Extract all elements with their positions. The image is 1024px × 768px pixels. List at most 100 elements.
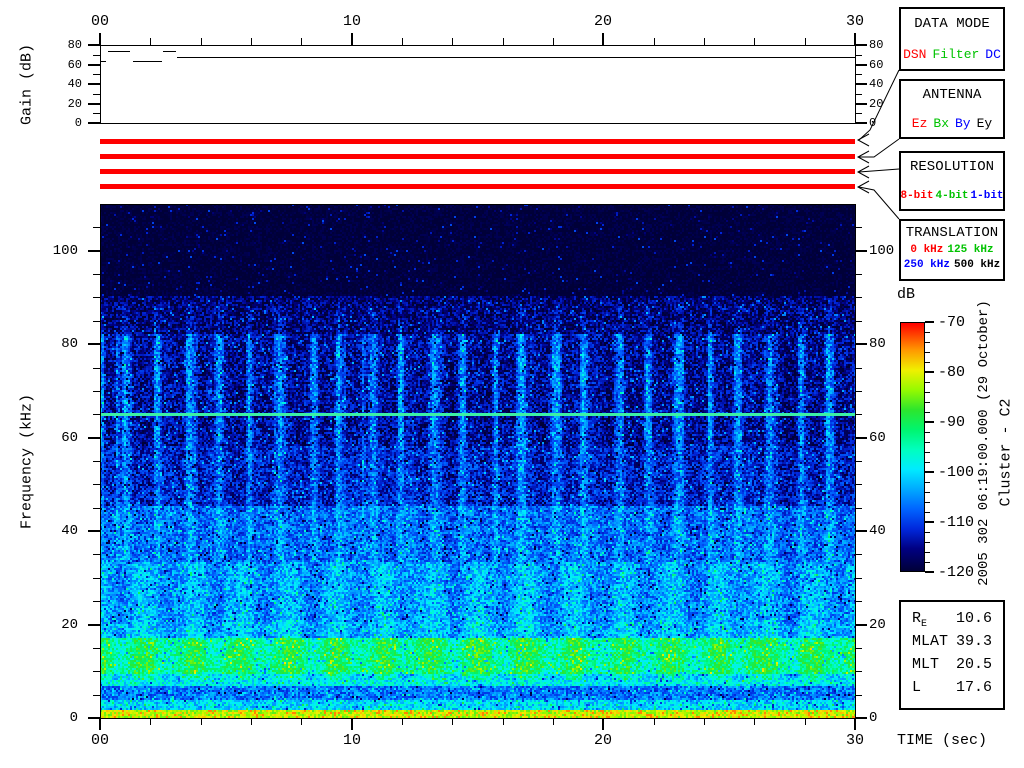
time-minor-tick-top [503,38,504,45]
colorbar-tick-label: -70 [938,314,966,331]
freq-major-tick-left [88,624,100,626]
antenna-title: ANTENNA [922,87,982,103]
colorbar-major-tick [925,471,934,473]
freq-minor-tick-right [855,484,862,485]
callout-line-antenna [859,138,900,158]
time-tick-label-top: 00 [90,13,109,30]
gain-tick-label-left: 20 [67,97,82,111]
freq-minor-tick-left [93,297,100,298]
ephemeris-row-re: RE 10.6 [912,610,992,630]
gain-minor-tick-right [855,55,862,56]
re-value: 10.6 [955,610,992,627]
ephemeris-row-mlt: MLT 20.5 [901,657,1003,676]
spectrogram-frame [100,204,856,719]
gain-major-tick-left [88,83,100,85]
freq-tick-label-left: 60 [61,430,78,446]
colorbar-minor-tick [925,532,930,533]
freq-major-tick-right [855,624,867,626]
time-minor-tick-top [654,38,655,45]
gain-tick-label-left: 0 [74,116,82,130]
time-major-tick-bottom [854,718,856,730]
panel-data-mode: DATA MODE DSN Filter DC [899,7,1005,71]
time-minor-tick-bottom [553,718,554,725]
status-bar-resolution [100,169,855,174]
colorbar-tick-label: -100 [938,464,975,481]
freq-major-tick-left [88,250,100,252]
time-minor-tick-bottom [754,718,755,725]
time-minor-tick-top [402,38,403,45]
freq-tick-label-left: 20 [61,617,78,633]
l-value: 17.6 [955,679,992,696]
colorbar-minor-tick [925,442,930,443]
gain-tick-label-right: 40 [869,77,884,91]
freq-minor-tick-left [93,648,100,649]
option-by: By [955,116,971,131]
time-tick-label-top: 10 [342,13,361,30]
gain-tick-label-left: 80 [67,38,82,52]
option-ey: Ey [976,116,993,131]
colorbar-minor-tick [925,382,930,383]
freq-tick-label-right: 60 [869,430,886,446]
colorbar-major-tick [925,421,934,423]
freq-minor-tick-left [93,368,100,369]
freq-minor-tick-right [855,227,862,228]
colorbar-minor-tick [925,462,930,463]
freq-minor-tick-left [93,414,100,415]
gain-tick-label-right: 0 [869,116,877,130]
gain-tick-label-right: 80 [869,38,884,52]
colorbar-minor-tick [925,352,930,353]
time-minor-tick-bottom [150,718,151,725]
freq-minor-tick-right [855,391,862,392]
gain-minor-tick-right [855,113,862,114]
option-dsn: DSN [903,47,927,62]
freq-minor-tick-right [855,554,862,555]
ephemeris-row-l: L 17.6 [901,680,1003,699]
colorbar-minor-tick [925,502,930,503]
gain-major-tick-left [88,64,100,66]
time-minor-tick-top [754,38,755,45]
freq-minor-tick-right [855,695,862,696]
colorbar-tick-label: -90 [938,414,966,431]
colorbar-minor-tick [925,482,930,483]
option-filter: Filter [932,47,980,62]
resolution-title: RESOLUTION [909,159,994,175]
time-axis-label: TIME (sec) [897,732,988,749]
option-500khz: 500 kHz [954,259,1001,271]
freq-minor-tick-right [855,648,862,649]
option-dc: DC [985,47,1001,62]
status-bar-translation [100,184,855,189]
time-tick-label-top: 30 [845,13,864,30]
gain-minor-tick-right [855,94,862,95]
time-minor-tick-top [201,38,202,45]
time-major-tick-bottom [602,718,604,730]
ephemeris-row-mlat: MLAT 39.3 [901,634,1003,653]
time-minor-tick-bottom [452,718,453,725]
panel-resolution: RESOLUTION 8-bit 4-bit 1-bit [899,151,1005,211]
time-major-tick-top [602,33,604,45]
gain-major-tick-right [855,122,867,124]
freq-minor-tick-left [93,321,100,322]
time-minor-tick-bottom [251,718,252,725]
colorbar-minor-tick [925,412,930,413]
time-minor-tick-top [553,38,554,45]
freq-minor-tick-right [855,297,862,298]
colorbar-minor-tick [925,342,930,343]
gain-minor-tick-left [93,74,100,75]
time-major-tick-top [351,33,353,45]
status-bar-data-mode [100,139,855,144]
colorbar-tick-label: -120 [938,564,975,581]
time-minor-tick-top [704,38,705,45]
wbd-plot-page: Gain (dB) Frequency (kHz) dB 2005 302 06… [0,0,1024,768]
freq-tick-label-left: 0 [69,710,78,726]
time-minor-tick-bottom [805,718,806,725]
gain-tick-label-right: 60 [869,58,884,72]
freq-minor-tick-right [855,368,862,369]
freq-tick-label-left: 40 [61,523,78,539]
colorbar [900,322,925,572]
spacecraft-label: Cluster - C2 [997,398,1015,507]
time-tick-label-bottom: 00 [90,732,109,749]
time-minor-tick-bottom [301,718,302,725]
gain-major-tick-right [855,64,867,66]
freq-tick-label-right: 0 [869,710,878,726]
freq-minor-tick-right [855,508,862,509]
